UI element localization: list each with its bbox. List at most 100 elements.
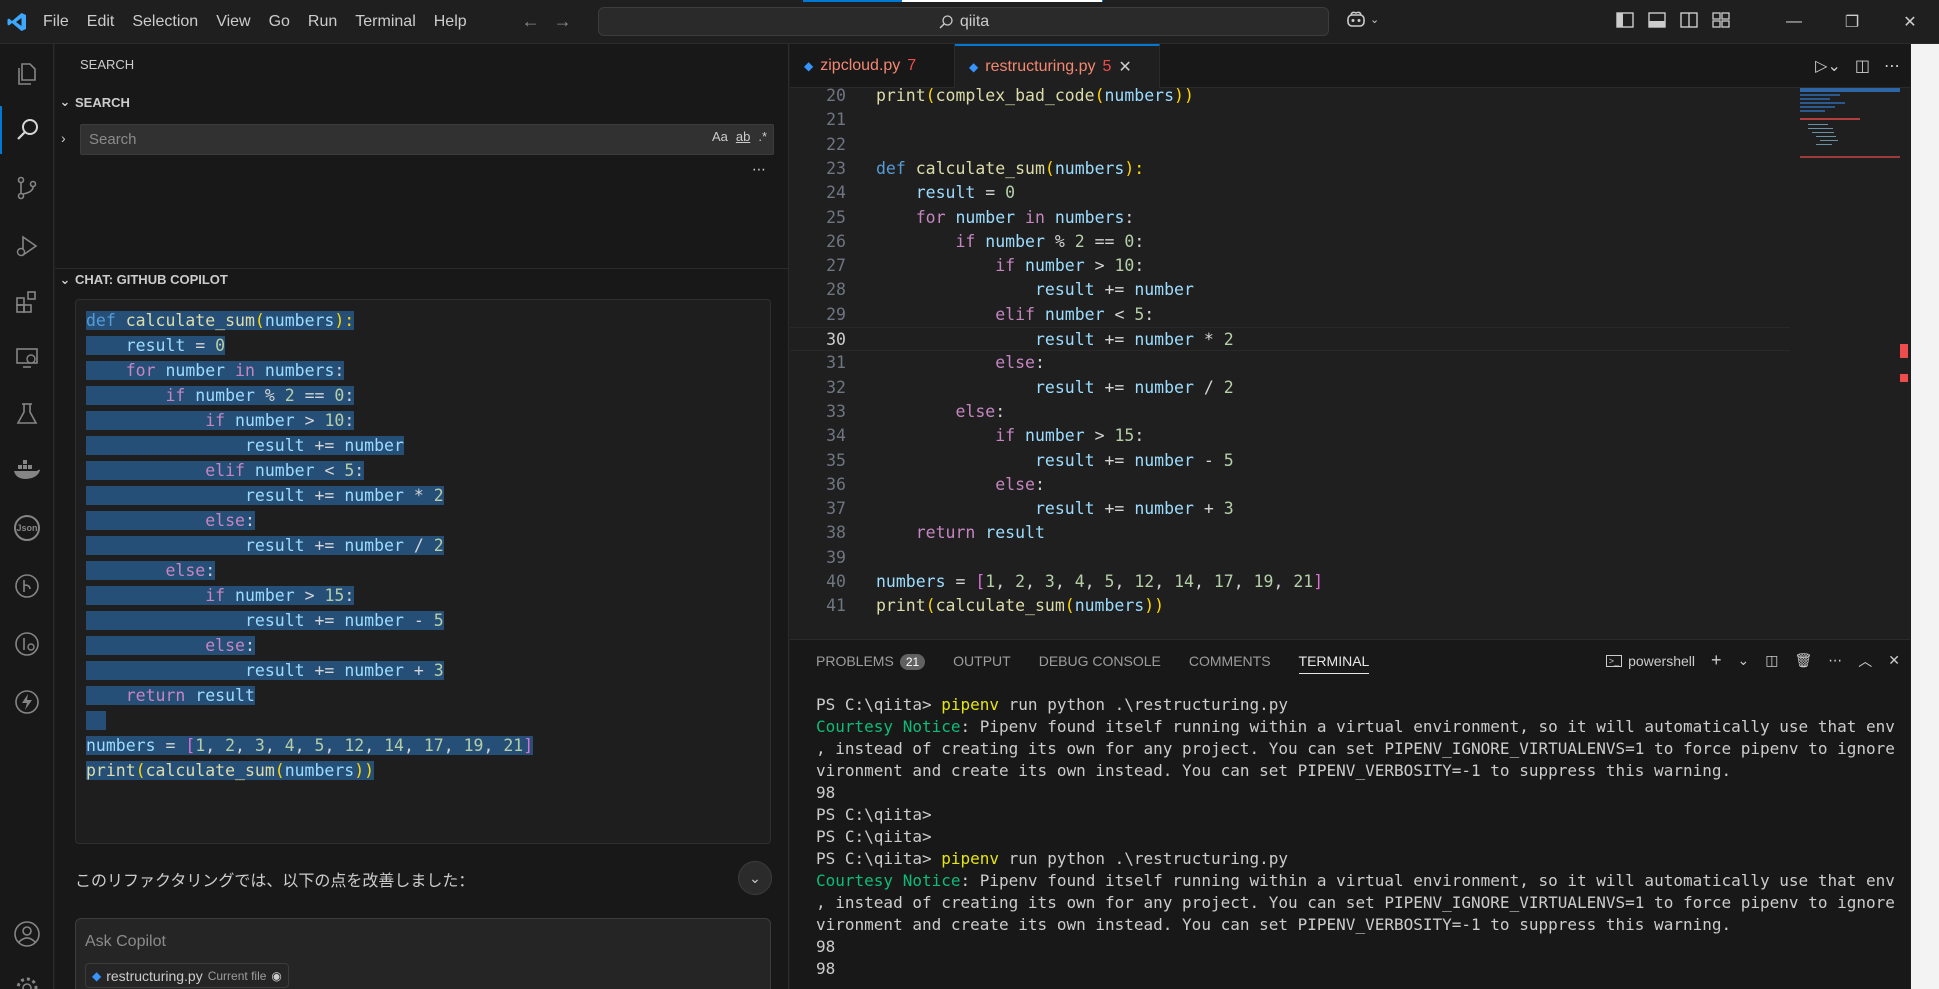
search-view-icon[interactable] <box>0 106 54 154</box>
regex-toggle[interactable]: .* <box>758 129 767 144</box>
minimize-icon[interactable]: — <box>1765 0 1823 44</box>
tab-comments[interactable]: COMMENTS <box>1189 653 1271 674</box>
testing-icon[interactable] <box>0 390 54 438</box>
menu-selection[interactable]: Selection <box>123 13 207 31</box>
python-file-icon: ◆ <box>804 59 814 73</box>
tab-problem-count: 7 <box>907 57 917 74</box>
chevron-down-icon[interactable]: ⌄ <box>1738 652 1750 669</box>
terminal-line: vironment and create its own instead. Yo… <box>816 915 1732 934</box>
copilot-menu-button[interactable]: ⌄ <box>1346 10 1379 28</box>
copilot-icon <box>1347 11 1365 27</box>
restore-icon[interactable]: ❐ <box>1823 0 1881 44</box>
account-icon[interactable] <box>0 910 54 958</box>
command-center-search[interactable]: qiita <box>598 7 1329 36</box>
command-center-accent-light <box>902 0 1102 2</box>
chat-code-line: if number > 15: <box>76 583 770 608</box>
source-control-icon[interactable] <box>0 164 54 212</box>
split-editor-icon[interactable]: ◫ <box>1855 56 1870 76</box>
python-file-icon: ◆ <box>92 968 102 983</box>
chat-code-line: result += number + 3 <box>76 658 770 683</box>
tab-zipcloud[interactable]: ◆ zipcloud.py 7 <box>790 44 955 88</box>
tab-problems[interactable]: PROBLEMS 21 <box>816 653 926 674</box>
json-icon[interactable]: Json <box>0 504 54 552</box>
chat-code-line: if number > 10: <box>76 408 770 433</box>
chevron-down-icon: ⌄ <box>749 869 761 886</box>
tab-terminal[interactable]: TERMINAL <box>1298 653 1370 674</box>
chat-code-line: else: <box>76 508 770 533</box>
code-line: 41 print(calculate_sum(numbers)) <box>790 594 1790 618</box>
forward-arrow-icon[interactable]: → <box>554 11 572 32</box>
line-number: 26 <box>826 231 846 251</box>
code-line: 21 <box>790 108 1790 132</box>
line-number: 28 <box>826 280 846 300</box>
split-terminal-icon[interactable]: ◫ <box>1765 652 1778 669</box>
eye-icon[interactable]: ◉ <box>271 969 281 983</box>
menu-go[interactable]: Go <box>260 13 299 31</box>
close-window-icon[interactable]: ✕ <box>1881 0 1939 44</box>
current-file-chip[interactable]: ◆ restructuring.py Current file ◉ <box>85 963 289 988</box>
current-file-sublabel: Current file <box>207 968 267 983</box>
more-actions-icon[interactable]: ⋯ <box>1884 56 1900 76</box>
toggle-panel-icon[interactable] <box>1648 12 1666 28</box>
menu-run[interactable]: Run <box>299 13 346 31</box>
layout-buttons <box>1616 12 1730 28</box>
menu-file[interactable]: File <box>34 13 78 31</box>
menu-edit[interactable]: Edit <box>78 13 124 31</box>
terminal-output[interactable]: PS C:\qiita> pipenv run python .\restruc… <box>816 694 1896 984</box>
terminal-line: Courtesy Notice: Pipenv found itself run… <box>816 717 1896 736</box>
chat-section-header[interactable]: ⌄ CHAT: GITHUB COPILOT <box>55 268 789 290</box>
terminal-shell-selector[interactable]: >_ powershell <box>1605 653 1695 669</box>
tab-restructuring[interactable]: ◆ restructuring.py 5 ✕ <box>955 44 1160 88</box>
toggle-sidebar-icon[interactable] <box>1616 12 1634 28</box>
menu-view[interactable]: View <box>207 13 259 31</box>
customize-layout-icon[interactable] <box>1712 12 1730 28</box>
chat-code-block[interactable]: def calculate_sum(numbers): result = 0 f… <box>75 299 771 844</box>
chat-input[interactable]: Ask Copilot ◆ restructuring.py Current f… <box>75 918 771 989</box>
toggle-replace-chevron-icon[interactable]: › <box>61 130 66 146</box>
sidebar-title: SEARCH <box>80 57 135 72</box>
more-ellipsis-icon[interactable]: ⋯ <box>752 161 766 178</box>
search-input-placeholder: Search <box>89 131 137 148</box>
tab-debug-console[interactable]: DEBUG CONSOLE <box>1039 653 1161 674</box>
manage-gear-icon[interactable] <box>0 964 54 989</box>
scroll-down-button[interactable]: ⌄ <box>738 861 772 895</box>
code-editor[interactable]: 20 print(complex_bad_code(numbers)) 21 22 23… <box>790 88 1790 639</box>
nav-arrows: ← → <box>522 11 572 32</box>
maximize-panel-icon[interactable]: ︿ <box>1858 651 1872 671</box>
chat-code-line: else: <box>76 633 770 658</box>
search-section-header[interactable]: ⌄ SEARCH <box>55 91 789 113</box>
remote-explorer-icon[interactable] <box>0 334 54 382</box>
title-bar: File Edit Selection View Go Run Terminal… <box>0 0 1939 44</box>
explorer-icon[interactable] <box>0 50 54 98</box>
search-input[interactable]: Search Aa ab .* <box>80 124 774 155</box>
close-panel-icon[interactable]: ✕ <box>1888 652 1900 669</box>
extensions-icon[interactable] <box>0 278 54 326</box>
thunder-client-icon[interactable] <box>0 678 54 726</box>
tab-output[interactable]: OUTPUT <box>953 653 1011 674</box>
close-tab-icon[interactable]: ✕ <box>1118 57 1131 77</box>
line-number: 40 <box>826 572 846 591</box>
menu-help[interactable]: Help <box>425 13 476 31</box>
chat-code-line: def calculate_sum(numbers): <box>86 311 355 330</box>
chat-code-line: numbers = [1, 2, 3, 4, 5, 12, 14, 17, 19… <box>86 736 534 755</box>
chevron-down-icon: ⌄ <box>59 271 71 287</box>
line-number: 41 <box>826 596 846 616</box>
more-actions-icon[interactable]: ⋯ <box>1828 652 1842 669</box>
git-graph-icon[interactable] <box>0 562 54 610</box>
chat-code-line <box>76 708 770 733</box>
gitlens-icon[interactable] <box>0 620 54 668</box>
match-word-toggle[interactable]: ab <box>736 129 750 144</box>
new-terminal-icon[interactable]: + <box>1711 650 1722 671</box>
run-debug-icon[interactable] <box>0 222 54 270</box>
menu-terminal[interactable]: Terminal <box>346 13 424 31</box>
trash-icon[interactable]: 🗑 <box>1794 652 1812 669</box>
chat-code-line: print(calculate_sum(numbers)) <box>86 761 375 780</box>
toggle-secondary-sidebar-icon[interactable] <box>1680 12 1698 28</box>
vscode-logo-icon <box>0 0 34 44</box>
match-case-toggle[interactable]: Aa <box>712 129 728 144</box>
back-arrow-icon[interactable]: ← <box>522 11 540 32</box>
run-python-icon[interactable]: ▷⌄ <box>1815 56 1841 76</box>
bottom-panel: PROBLEMS 21 OUTPUT DEBUG CONSOLE COMMENTS… <box>790 639 1910 989</box>
docker-icon[interactable] <box>0 446 54 494</box>
minimap[interactable] <box>1800 88 1900 639</box>
